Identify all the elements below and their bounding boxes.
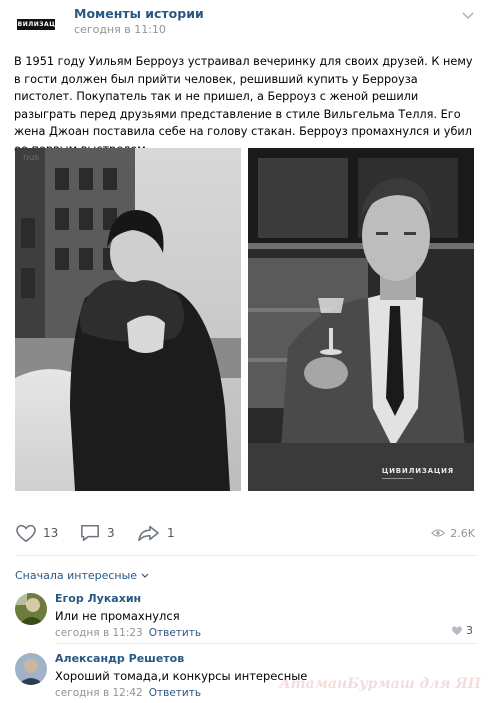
post-actions: 13 3 1 2.6K	[15, 522, 477, 544]
share-arrow-icon	[138, 525, 159, 542]
avatar[interactable]	[15, 593, 47, 625]
comment-like-button[interactable]: 3	[451, 624, 473, 637]
divider	[15, 555, 477, 556]
reply-link[interactable]: Ответить	[149, 627, 201, 639]
comment-time[interactable]: сегодня в 11:23	[55, 627, 143, 639]
photo-burroughs[interactable]: ЦИВИЛИЗАЦИЯ ━━━━━━━━━━━━━	[248, 148, 474, 491]
comments-sort-label: Сначала интересные	[15, 569, 138, 582]
share-count: 1	[167, 526, 175, 540]
avatar-image	[15, 593, 47, 625]
post-text: В 1951 году Уильям Берроуз устраивал веч…	[14, 55, 473, 156]
eye-icon	[431, 529, 446, 537]
views-counter: 2.6K	[431, 522, 475, 544]
comment-button[interactable]: 3	[79, 522, 115, 544]
comments-sort-dropdown[interactable]: Сначала интересные	[15, 569, 149, 582]
heart-icon	[16, 524, 36, 543]
man-photo-image	[248, 148, 474, 491]
post-time[interactable]: сегодня в 11:10	[74, 23, 166, 36]
comment-count: 3	[107, 526, 115, 540]
comment-time[interactable]: сегодня в 12:42	[55, 687, 143, 699]
like-button[interactable]: 13	[15, 522, 58, 544]
comment-text: Хороший томада,и конкурсы интересные	[55, 669, 308, 683]
comment-text: Или не промахнулся	[55, 609, 180, 623]
group-name[interactable]: Моменты истории	[74, 6, 204, 21]
watermark: АтаманБурмаш для ЯП	[279, 676, 481, 692]
comment-author[interactable]: Александр Решетов	[55, 652, 184, 665]
civilization-badge: ЦИВИЛИЗАЦИЯ ━━━━━━━━━━━━━	[382, 467, 454, 481]
chevron-down-icon[interactable]	[461, 10, 475, 20]
divider	[55, 643, 477, 644]
comment-icon	[81, 524, 99, 542]
comment-like-count: 3	[466, 624, 473, 637]
comment-item: Егор Лукахин Или не промахнулся сегодня …	[15, 591, 477, 643]
photo-joan[interactable]: nus	[15, 148, 241, 491]
civilization-badge-title: ЦИВИЛИЗАЦИЯ	[381, 467, 454, 475]
avatar-image	[15, 653, 47, 685]
comment-author[interactable]: Егор Лукахин	[55, 592, 141, 605]
share-button[interactable]: 1	[137, 522, 175, 544]
reply-link[interactable]: Ответить	[149, 687, 201, 699]
views-count: 2.6K	[450, 526, 475, 540]
woman-photo-image: nus	[15, 148, 241, 491]
comment-meta: сегодня в 12:42 Ответить	[55, 687, 201, 699]
civilization-badge-sub: ━━━━━━━━━━━━━	[381, 476, 414, 481]
svg-text:nus: nus	[23, 153, 39, 163]
comment-meta: сегодня в 11:23 Ответить	[55, 627, 201, 639]
chevron-down-icon	[141, 573, 149, 578]
heart-icon	[452, 626, 462, 635]
group-logo: ЦИВИЛИЗАЦИЯ	[6, 18, 66, 30]
like-count: 13	[43, 526, 59, 540]
avatar[interactable]	[15, 653, 47, 685]
group-avatar[interactable]: ЦИВИЛИЗАЦИЯ	[6, 8, 66, 40]
post-header: ЦИВИЛИЗАЦИЯ Моменты истории сегодня в 11…	[6, 6, 477, 40]
